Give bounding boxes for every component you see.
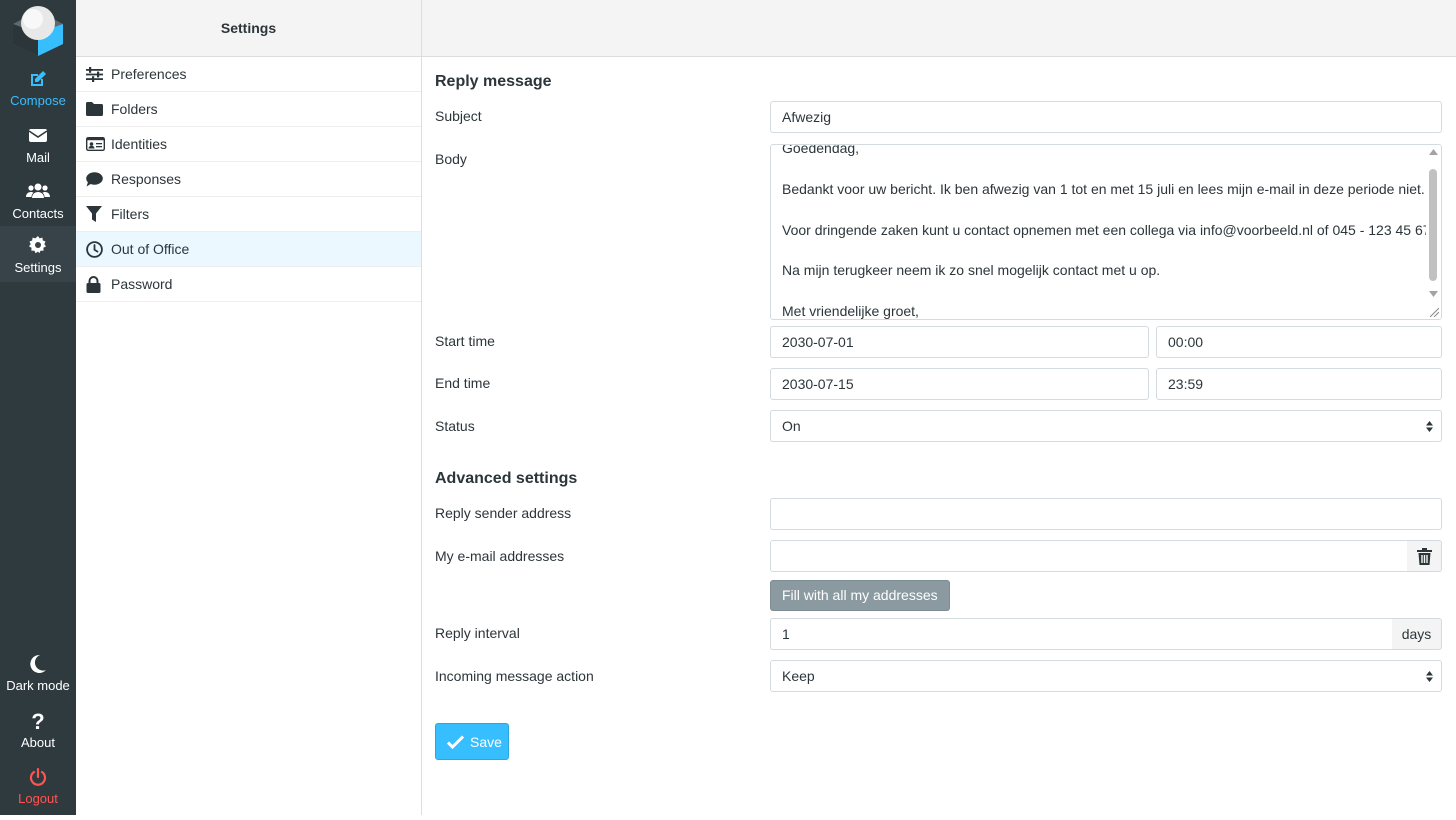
clock-icon [86, 240, 111, 258]
navigation-rail: Compose Mail Contacts Settings Dark mode… [0, 0, 76, 815]
moon-icon [0, 654, 76, 676]
users-icon [0, 182, 76, 204]
compose-label: Compose [10, 93, 66, 108]
dark-mode-button[interactable]: Dark mode [0, 651, 76, 707]
lock-icon [86, 275, 111, 293]
mail-button[interactable]: Mail [0, 119, 76, 175]
envelope-icon [0, 126, 76, 148]
mail-label: Mail [26, 150, 50, 165]
reply-interval-label: Reply interval [435, 625, 520, 641]
scroll-down-arrow-icon[interactable] [1429, 291, 1438, 297]
power-icon [0, 767, 76, 789]
fill-addresses-button[interactable]: Fill with all my addresses [770, 580, 950, 611]
settings-item-filters[interactable]: Filters [76, 197, 421, 232]
out-of-office-form: Reply message Subject Body Goedendag, Be… [422, 57, 1456, 815]
check-icon [447, 734, 464, 749]
scroll-thumb[interactable] [1429, 169, 1437, 281]
interval-unit: days [1392, 618, 1442, 650]
end-time-label: End time [435, 375, 491, 391]
settings-item-identities[interactable]: Identities [76, 127, 421, 162]
settings-label: Settings [14, 260, 62, 275]
start-time-label: Start time [435, 333, 495, 349]
subject-label: Subject [435, 108, 482, 124]
status-value: On [782, 418, 801, 434]
compose-button[interactable]: Compose [0, 62, 76, 118]
save-label: Save [470, 733, 502, 750]
trash-icon [1416, 547, 1432, 565]
logout-label: Logout [18, 791, 58, 806]
incoming-action-value: Keep [782, 668, 815, 684]
settings-item-responses[interactable]: Responses [76, 162, 421, 197]
settings-item-label: Filters [111, 206, 150, 222]
start-date-input[interactable] [770, 326, 1149, 358]
content-header [422, 0, 1456, 57]
id-card-icon [86, 137, 111, 151]
body-label: Body [435, 151, 467, 167]
dark-mode-label: Dark mode [6, 678, 70, 693]
about-label: About [21, 735, 55, 750]
end-date-input[interactable] [770, 368, 1149, 400]
filter-icon [86, 206, 111, 222]
settings-item-preferences[interactable]: Preferences [76, 57, 421, 92]
settings-sidebar: Settings Preferences Folders Identities … [76, 0, 422, 815]
save-button[interactable]: Save [435, 723, 509, 760]
roundcube-logo[interactable] [10, 3, 66, 57]
incoming-action-select[interactable]: Keep [770, 660, 1442, 692]
contacts-label: Contacts [12, 206, 64, 221]
end-time-input[interactable] [1156, 368, 1442, 400]
select-arrows-icon [1426, 421, 1433, 432]
my-addresses-input[interactable] [770, 540, 1408, 572]
body-textarea[interactable]: Goedendag, Bedankt voor uw bericht. Ik b… [770, 144, 1442, 320]
scroll-up-arrow-icon[interactable] [1429, 149, 1438, 155]
resize-handle-icon[interactable] [1430, 308, 1439, 317]
start-time-input[interactable] [1156, 326, 1442, 358]
subject-input[interactable] [770, 101, 1442, 133]
status-select[interactable]: On [770, 410, 1442, 442]
select-arrows-icon [1426, 671, 1433, 682]
settings-button[interactable]: Settings [0, 226, 76, 282]
question-icon: ? [31, 709, 45, 734]
clear-addresses-button[interactable] [1407, 540, 1442, 572]
comment-icon [86, 171, 111, 187]
about-button[interactable]: ? About [0, 708, 76, 764]
settings-item-label: Responses [111, 171, 182, 187]
logout-button[interactable]: Logout [0, 764, 76, 820]
advanced-settings-heading: Advanced settings [435, 470, 578, 487]
body-scrollbar[interactable] [1426, 145, 1441, 319]
settings-item-label: Password [111, 276, 173, 292]
my-addresses-label: My e-mail addresses [435, 548, 565, 564]
gear-icon [0, 236, 76, 258]
reply-interval-input[interactable] [770, 618, 1393, 650]
status-label: Status [435, 418, 475, 434]
reply-message-heading: Reply message [435, 73, 552, 90]
reply-sender-label: Reply sender address [435, 505, 572, 521]
settings-header: Settings [76, 0, 421, 57]
folder-icon [86, 102, 111, 116]
incoming-action-label: Incoming message action [435, 668, 594, 684]
settings-item-label: Folders [111, 101, 158, 117]
settings-item-password[interactable]: Password [76, 267, 421, 302]
settings-item-out-of-office[interactable]: Out of Office [76, 232, 421, 267]
reply-sender-input[interactable] [770, 498, 1442, 530]
settings-item-label: Identities [111, 136, 168, 152]
compose-icon [0, 69, 76, 91]
body-text: Goedendag, Bedankt voor uw bericht. Ik b… [782, 144, 1435, 320]
settings-item-folders[interactable]: Folders [76, 92, 421, 127]
sliders-icon [86, 66, 111, 82]
contacts-button[interactable]: Contacts [0, 175, 76, 231]
settings-item-label: Preferences [111, 66, 187, 82]
settings-item-label: Out of Office [111, 241, 190, 257]
